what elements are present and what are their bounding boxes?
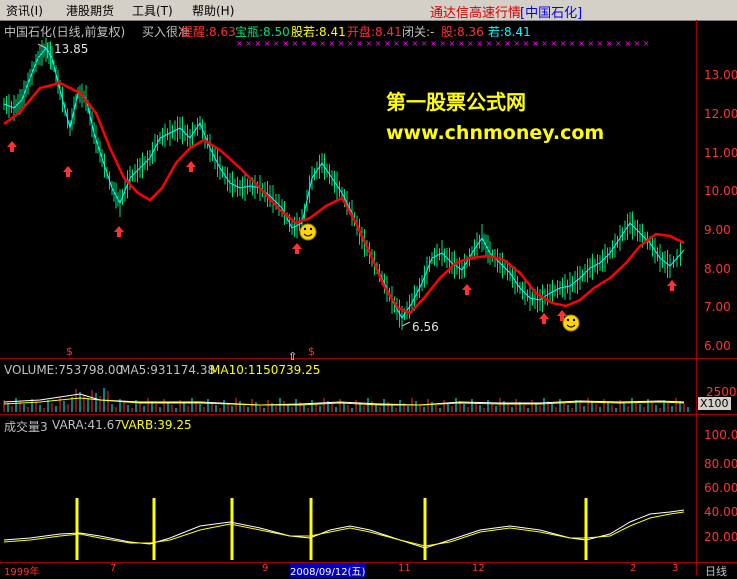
period-label[interactable]: 日线: [705, 563, 727, 579]
dollar-marker: $: [66, 345, 73, 358]
menubar: 资讯(I) 港股期货 工具(T) 帮助(H) 通达信高速行情 [中国石化]: [0, 0, 737, 21]
axis-month: 7: [110, 563, 117, 574]
volume-unit: X100: [698, 397, 731, 410]
osc-tick: 20.00: [704, 530, 737, 544]
high-price-label: 13.85: [54, 42, 89, 56]
menu-info[interactable]: 资讯(I): [6, 2, 43, 19]
axis-month: 11: [398, 563, 411, 574]
price-tick: 6.00: [704, 339, 731, 353]
osc-tick: 100.00: [704, 428, 737, 442]
watermark-title: 第一股票公式网: [386, 90, 526, 114]
axis-month: 3: [672, 563, 679, 574]
oscillator-chart: [3, 498, 685, 560]
volume-ma10: MA10:1150739.25: [210, 363, 321, 377]
axis-cursor-date: 2008/09/12(五): [290, 563, 366, 578]
panel-separator-2: [0, 414, 737, 415]
osc-tick: 40.00: [704, 505, 737, 519]
price-tick: 13.00: [704, 68, 737, 82]
cursor-arrow-icon: ⇧: [288, 350, 298, 363]
signal-cross-row: × × × × × × × × × × × × × × × × × × × × …: [236, 39, 650, 48]
low-pointer: [401, 321, 411, 327]
app-title: 通达信高速行情: [430, 6, 522, 21]
price-chart: × × × × × × × × × × × × × × × × × × × × …: [3, 38, 685, 332]
price-tick: 8.00: [704, 262, 731, 276]
osc-tick: 60.00: [704, 481, 737, 495]
smiley-icon: [299, 223, 317, 241]
price-tick: 10.00: [704, 184, 737, 198]
volume-chart: [3, 388, 689, 412]
price-tick: 11.00: [704, 146, 737, 160]
candlesticks: [3, 38, 681, 330]
smiley-icon: [562, 314, 580, 332]
menu-help[interactable]: 帮助(H): [192, 2, 234, 19]
price-tick: 7.00: [704, 300, 731, 314]
dollar-marker: $: [308, 345, 315, 358]
menu-tools[interactable]: 工具(T): [132, 2, 173, 19]
price-tick: 9.00: [704, 223, 731, 237]
axis-separator: [696, 20, 697, 575]
axis-month: 12: [472, 563, 485, 574]
axis-month: 9: [262, 563, 269, 574]
varb-line: [3, 511, 685, 547]
svg-text:× × × × × × × × × × × × × × ×: × × × × × × × × × × × × × × × × × × × × …: [236, 39, 650, 48]
volume-ma5: MA5:931174.38: [120, 363, 216, 377]
signal-bars: [75, 498, 588, 560]
osc-tick: 80.00: [704, 457, 737, 471]
volume-value: VOLUME:753798.00: [4, 363, 124, 377]
price-tick: 12.00: [704, 107, 737, 121]
watermark-url: www.chnmoney.com: [386, 122, 605, 144]
axis-month: 2: [630, 563, 637, 574]
app-title-stock: [中国石化]: [520, 6, 583, 21]
axis-start: 1999年: [4, 567, 40, 578]
panel-separator-1: [0, 358, 737, 359]
low-price-label: 6.56: [412, 320, 439, 334]
menu-hk-futures[interactable]: 港股期货: [66, 2, 114, 19]
